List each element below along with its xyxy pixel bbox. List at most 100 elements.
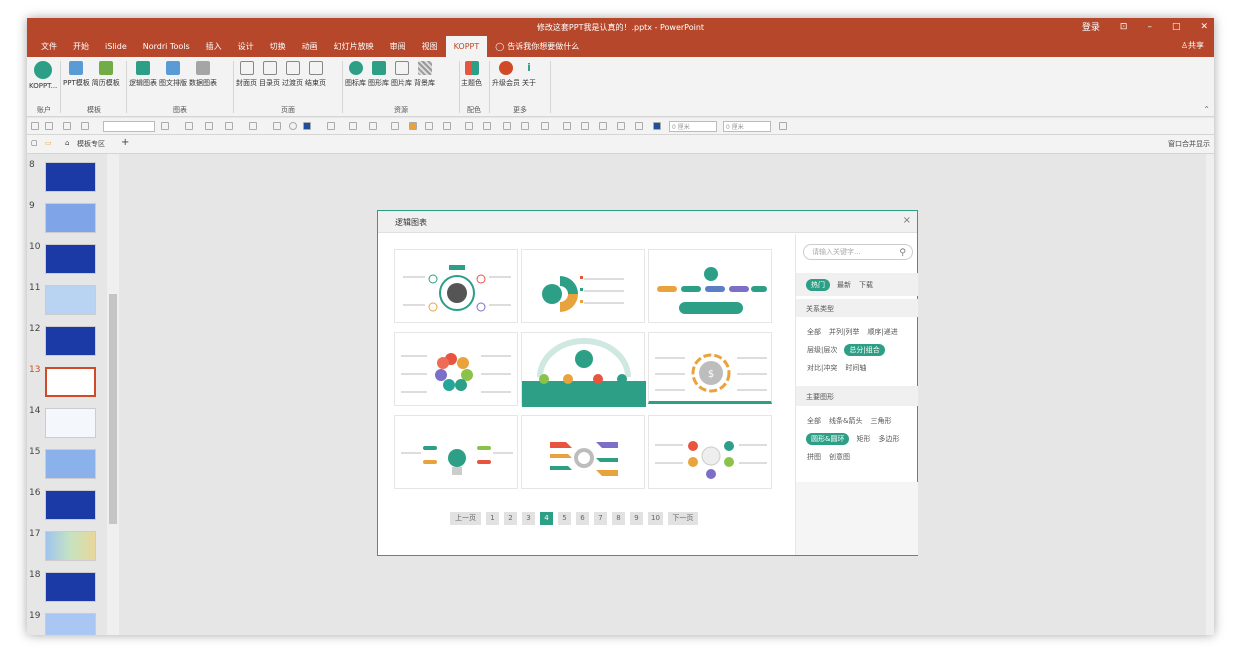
ribbon-display-icon[interactable]: ⊡ — [1120, 22, 1128, 32]
toc-page-button[interactable]: 目录页 — [259, 61, 280, 88]
template-card[interactable] — [394, 249, 518, 323]
shape-library-button[interactable]: 图形库 — [368, 61, 389, 88]
collapse-ribbon-icon[interactable]: ⌃ — [1203, 105, 1210, 114]
resume-template-button[interactable]: 简历模板 — [92, 61, 120, 88]
tool-icon[interactable] — [327, 122, 335, 130]
share-button[interactable]: ♙共享 — [1181, 40, 1204, 51]
tool-icon[interactable] — [521, 122, 529, 130]
template-card[interactable] — [521, 249, 645, 323]
filter-latest[interactable]: 最新 — [836, 279, 852, 291]
template-card[interactable] — [648, 415, 772, 489]
transition-page-button[interactable]: 过渡页 — [282, 61, 303, 88]
add-tab-button[interactable]: + — [121, 137, 129, 148]
page-button[interactable]: 7 — [594, 512, 607, 525]
filter-downloads[interactable]: 下载 — [858, 279, 874, 291]
tool-icon[interactable] — [63, 122, 71, 130]
ppt-template-button[interactable]: PPT模板 — [63, 61, 90, 88]
tab-design[interactable]: 设计 — [230, 36, 262, 57]
minimize-button[interactable]: – — [1147, 22, 1152, 32]
tool-icon[interactable] — [635, 122, 643, 130]
shape-chip-selected[interactable]: 圆形&圆环 — [806, 433, 850, 445]
page-button-current[interactable]: 4 — [540, 512, 553, 525]
end-page-button[interactable]: 结束页 — [305, 61, 326, 88]
relation-chip[interactable]: 对比|冲突 — [806, 362, 838, 374]
shape-chip[interactable]: 拼图 — [806, 451, 822, 463]
shape-chip[interactable]: 矩形 — [855, 433, 871, 445]
tab-koppt[interactable]: KOPPT — [445, 36, 488, 57]
relation-chip[interactable]: 时间轴 — [844, 362, 867, 374]
close-button[interactable]: ✕ — [1200, 22, 1208, 32]
tab-review[interactable]: 审阅 — [382, 36, 414, 57]
page-button[interactable]: 6 — [576, 512, 589, 525]
shape-chip[interactable]: 多边形 — [877, 433, 900, 445]
dialog-close-button[interactable]: × — [903, 215, 911, 226]
tool-icon[interactable] — [185, 122, 193, 130]
relation-chip[interactable]: 全部 — [806, 326, 822, 338]
page-button[interactable]: 9 — [630, 512, 643, 525]
template-card[interactable] — [521, 415, 645, 489]
width-field[interactable]: 0 厘米 — [669, 121, 717, 132]
background-library-button[interactable]: 背景库 — [414, 61, 435, 88]
tab-home[interactable]: 开始 — [65, 36, 97, 57]
tab-islide[interactable]: iSlide — [97, 36, 135, 57]
template-card[interactable] — [394, 415, 518, 489]
shape-chip[interactable]: 三角形 — [869, 415, 892, 427]
logic-chart-button[interactable]: 逻辑图表 — [129, 61, 157, 88]
tab-nordri-tools[interactable]: Nordri Tools — [135, 36, 198, 57]
slide-panel-scrollbar[interactable] — [107, 154, 119, 635]
relation-chip[interactable]: 顺序|递进 — [866, 326, 898, 338]
template-card[interactable] — [394, 332, 518, 406]
tool-icon[interactable] — [599, 122, 607, 130]
tool-icon[interactable] — [541, 122, 549, 130]
tool-icon[interactable] — [349, 122, 357, 130]
tab-insert[interactable]: 插入 — [198, 36, 230, 57]
page-button[interactable]: 10 — [648, 512, 663, 525]
shape-chip[interactable]: 创意图 — [828, 451, 851, 463]
relation-chip[interactable]: 并列|列举 — [828, 326, 860, 338]
template-card-hovered[interactable]: $ — [648, 332, 772, 404]
tab-transitions[interactable]: 切换 — [262, 36, 294, 57]
page-button[interactable]: 3 — [522, 512, 535, 525]
shape-chip[interactable]: 线条&箭头 — [828, 415, 863, 427]
data-chart-button[interactable]: 数据图表 — [189, 61, 217, 88]
tool-icon[interactable] — [249, 122, 257, 130]
tool-icon[interactable] — [653, 122, 661, 130]
tool-icon[interactable] — [443, 122, 451, 130]
prev-page-button[interactable]: 上一页 — [450, 512, 481, 525]
search-icon[interactable]: ⚲ — [899, 246, 906, 260]
template-zone-tab[interactable]: 模板专区 — [77, 139, 105, 149]
tool-icon[interactable] — [503, 122, 511, 130]
cover-page-button[interactable]: 封面页 — [236, 61, 257, 88]
relation-chip[interactable]: 层级|层次 — [806, 344, 838, 356]
tool-icon[interactable] — [409, 122, 417, 130]
icon-library-button[interactable]: 图标库 — [345, 61, 366, 88]
home-icon[interactable]: ⌂ — [65, 139, 69, 147]
tool-icon[interactable] — [273, 122, 281, 130]
tool-icon[interactable] — [425, 122, 433, 130]
about-button[interactable]: i 关于 — [522, 61, 536, 88]
font-size-field[interactable] — [103, 121, 155, 132]
relation-chip-selected[interactable]: 总分|组合 — [844, 344, 885, 356]
tool-icon[interactable] — [31, 122, 39, 130]
tool-icon[interactable] — [161, 122, 169, 130]
signin-link[interactable]: 登录 — [1082, 20, 1100, 33]
tool-icon[interactable] — [205, 122, 213, 130]
tool-icon[interactable] — [465, 122, 473, 130]
tool-icon[interactable] — [563, 122, 571, 130]
height-field[interactable]: 0 厘米 — [723, 121, 771, 132]
upgrade-button[interactable]: 升级会员 — [492, 61, 520, 88]
tell-me-box[interactable]: ◯ 告诉我你想要做什么 — [487, 36, 587, 57]
tab-animations[interactable]: 动画 — [294, 36, 326, 57]
shape-chip[interactable]: 全部 — [806, 415, 822, 427]
filter-hot[interactable]: 热门 — [806, 279, 830, 291]
scrollbar-thumb[interactable] — [109, 294, 117, 524]
tool-icon[interactable] — [617, 122, 625, 130]
tab-file[interactable]: 文件 — [33, 36, 65, 57]
keyword-search-input[interactable]: 请输入关键字... ⚲ — [803, 244, 913, 260]
tool-icon[interactable] — [289, 122, 297, 130]
canvas-scrollbar[interactable] — [1206, 154, 1214, 635]
tool-icon[interactable] — [225, 122, 233, 130]
template-card[interactable] — [648, 249, 772, 323]
tool-icon[interactable] — [391, 122, 399, 130]
next-page-button[interactable]: 下一页 — [667, 512, 698, 525]
